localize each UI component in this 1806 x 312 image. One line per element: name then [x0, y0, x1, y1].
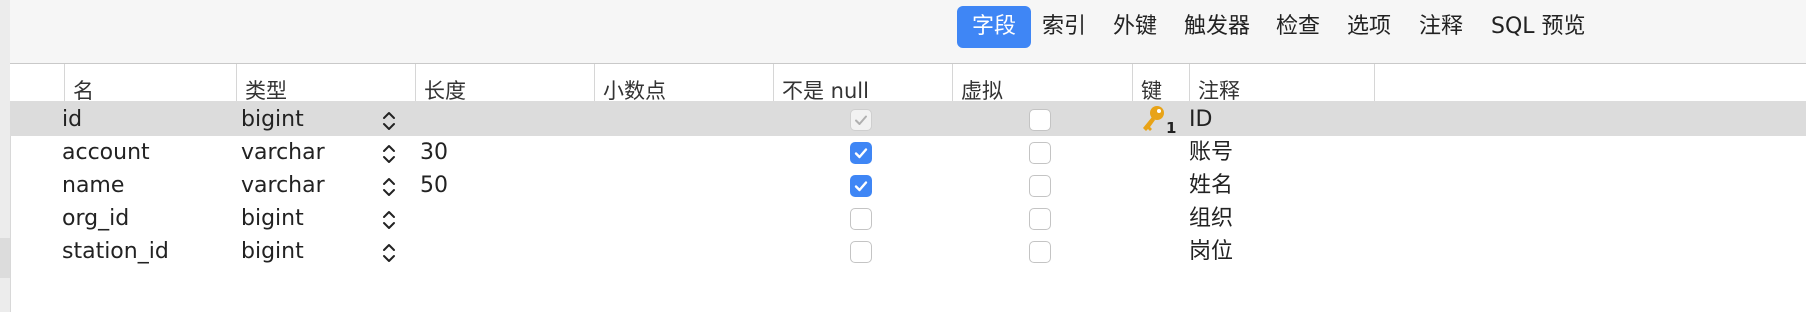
- field-type-cell[interactable]: bigint: [241, 233, 304, 271]
- not-null-checkbox[interactable]: [850, 109, 872, 131]
- virtual-checkbox[interactable]: [1029, 142, 1051, 164]
- not-null-checkbox[interactable]: [850, 175, 872, 197]
- not-null-checkbox[interactable]: [850, 241, 872, 263]
- tab-toolbar: 字段 索引 外键 触发器 检查 选项 注释 SQL 预览: [10, 0, 1806, 64]
- not-null-checkbox[interactable]: [850, 142, 872, 164]
- virtual-checkbox[interactable]: [1029, 241, 1051, 263]
- table-row[interactable]: id bigint 1 ID: [10, 101, 1806, 137]
- tab-comments[interactable]: 注释: [1404, 6, 1478, 48]
- virtual-checkbox[interactable]: [1029, 109, 1051, 131]
- tab-options[interactable]: 选项: [1332, 6, 1406, 48]
- tab-indexes[interactable]: 索引: [1027, 6, 1101, 48]
- table-row[interactable]: org_id bigint 组织: [10, 200, 1806, 235]
- table-row[interactable]: station_id bigint 岗位: [10, 233, 1806, 268]
- table-row[interactable]: name varchar 50 姓名: [10, 167, 1806, 202]
- virtual-checkbox[interactable]: [1029, 175, 1051, 197]
- type-stepper-icon[interactable]: [382, 208, 396, 232]
- field-name-cell[interactable]: station_id: [62, 233, 169, 271]
- tab-triggers[interactable]: 触发器: [1169, 6, 1265, 48]
- tab-foreign-keys[interactable]: 外键: [1098, 6, 1172, 48]
- virtual-checkbox[interactable]: [1029, 208, 1051, 230]
- not-null-checkbox[interactable]: [850, 208, 872, 230]
- table-row[interactable]: account varchar 30 账号: [10, 134, 1806, 169]
- type-stepper-icon[interactable]: [382, 109, 396, 133]
- type-stepper-icon[interactable]: [382, 142, 396, 166]
- left-edge-handle[interactable]: [0, 238, 10, 278]
- type-stepper-icon[interactable]: [382, 241, 396, 265]
- tab-sql-preview[interactable]: SQL 预览: [1476, 6, 1601, 48]
- field-comment-cell[interactable]: 岗位: [1189, 233, 1233, 271]
- type-stepper-icon[interactable]: [382, 175, 396, 199]
- tab-checks[interactable]: 检查: [1261, 6, 1335, 48]
- tab-fields[interactable]: 字段: [957, 6, 1032, 48]
